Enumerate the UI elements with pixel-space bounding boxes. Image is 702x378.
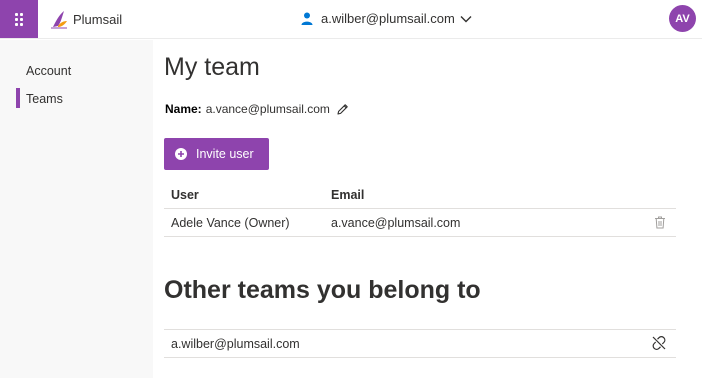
table-header-divider [164,208,676,209]
invite-user-button[interactable]: Invite user [164,138,269,170]
other-teams-title: Other teams you belong to [164,276,481,304]
app-launcher-icon [15,12,23,26]
trash-icon[interactable] [654,216,666,229]
person-icon [301,12,313,25]
page-title: My team [164,53,260,81]
member-name: Adele Vance (Owner) [171,216,290,230]
other-team-name: a.wilber@plumsail.com [171,337,300,351]
sidebar-item-account[interactable]: Account [26,64,71,78]
pencil-icon[interactable] [336,103,349,116]
active-indicator [16,88,20,108]
column-header-user: User [171,188,199,202]
unlink-icon[interactable] [652,336,666,350]
plus-circle-icon [175,148,187,160]
sidebar-item-teams[interactable]: Teams [26,92,63,106]
app-launcher-button[interactable] [0,0,38,38]
chevron-down-icon [460,15,472,22]
sidebar: Account Teams [0,40,153,378]
top-bar: Plumsail a.wilber@plumsail.com AV [0,0,702,39]
team-name-label: Name: [165,102,202,116]
member-email: a.vance@plumsail.com [331,216,461,230]
avatar[interactable]: AV [669,5,696,32]
table-row-divider [164,236,676,237]
column-header-email: Email [331,188,365,202]
invite-user-label: Invite user [196,147,254,161]
team-name-value: a.vance@plumsail.com [205,102,330,116]
account-switcher[interactable]: a.wilber@plumsail.com [301,11,472,26]
account-email: a.wilber@plumsail.com [321,11,455,26]
brand-name[interactable]: Plumsail [73,12,122,27]
team-name-row: Name: a.vance@plumsail.com [165,102,349,116]
plumsail-logo [51,11,67,29]
list-item: a.wilber@plumsail.com [164,329,676,358]
